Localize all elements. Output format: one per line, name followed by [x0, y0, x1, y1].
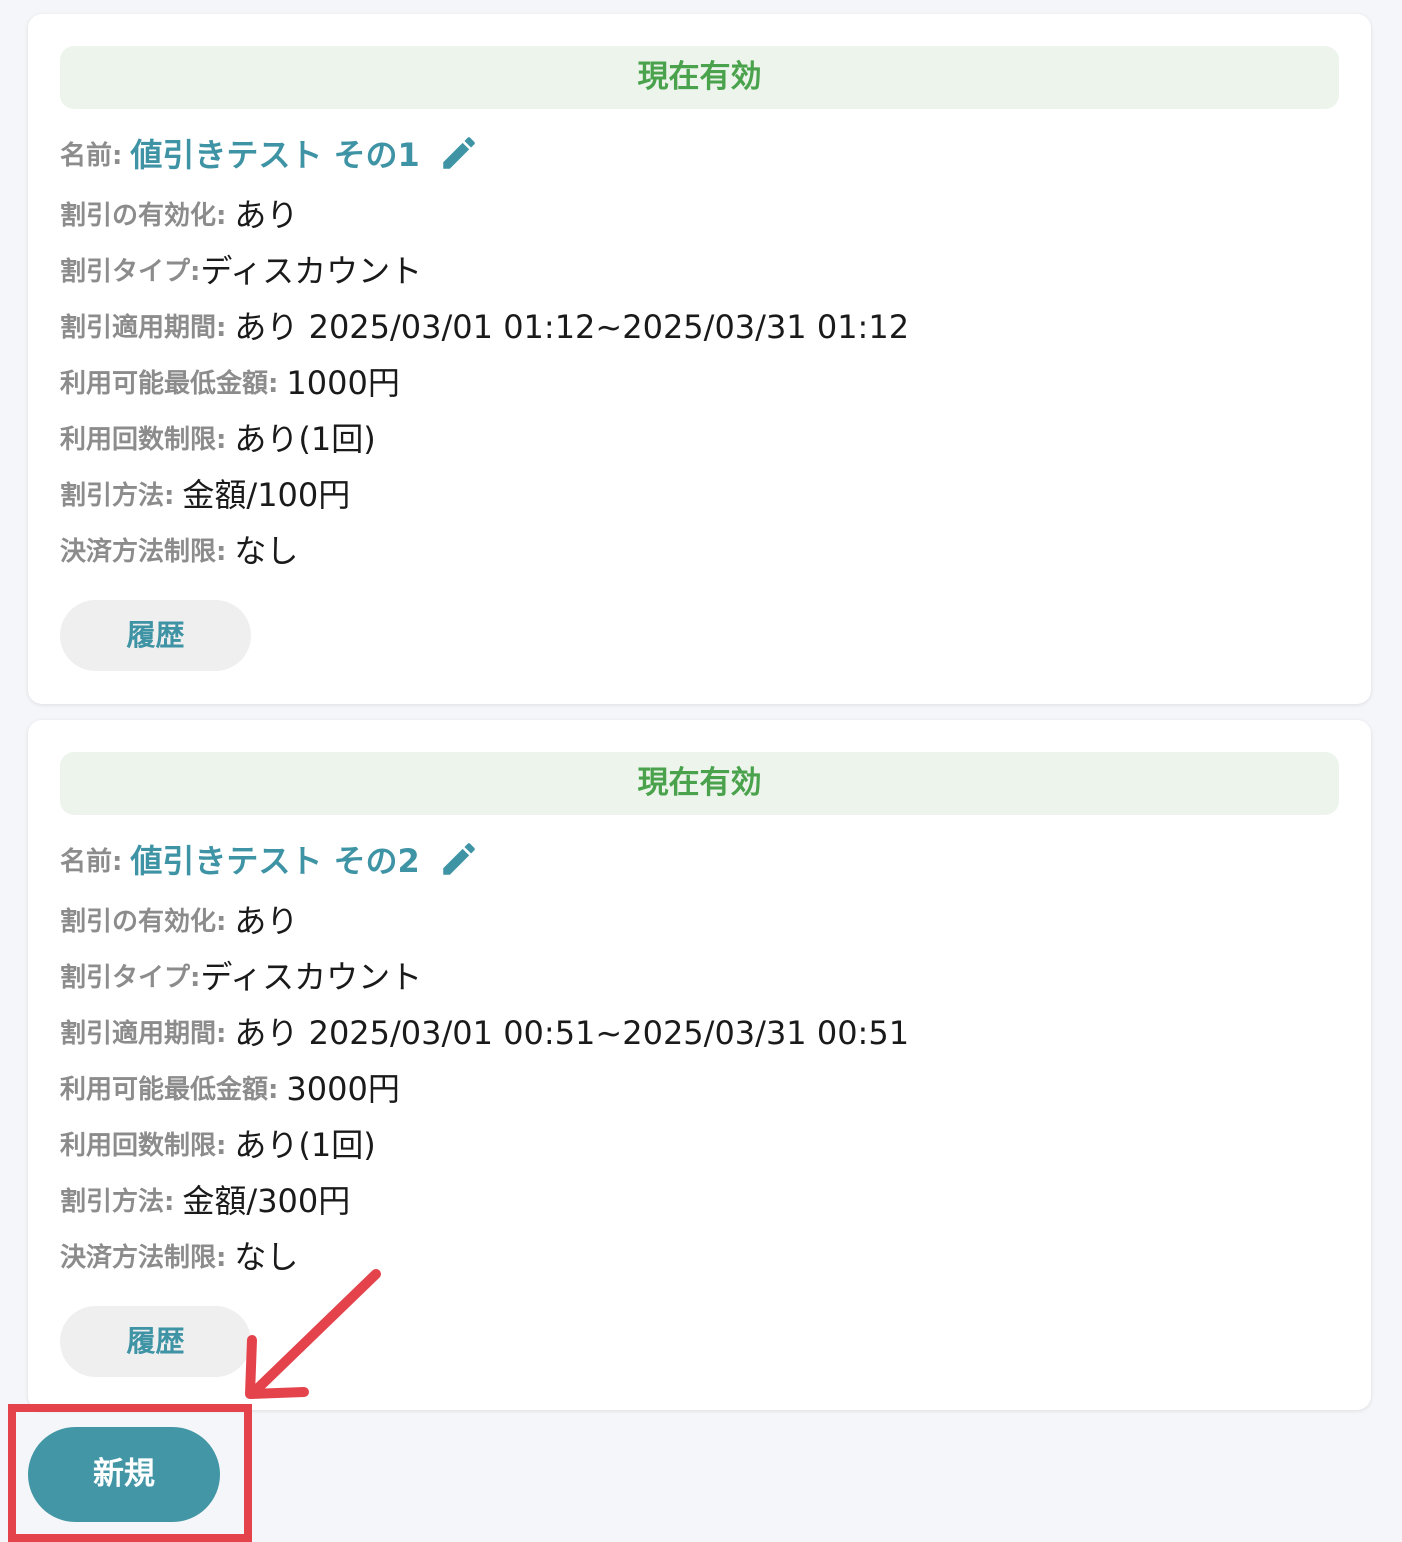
period-label: 割引適用期間:: [60, 1018, 227, 1049]
discount-name-row: 名前: 値引きテスト その2: [60, 834, 480, 884]
usage-limit-row: 利用回数制限: あり(1回): [60, 417, 376, 458]
period-row: 割引適用期間: あり 2025/03/01 01:12~2025/03/31 0…: [60, 305, 910, 346]
enabled-row: 割引の有効化: あり: [60, 193, 299, 234]
status-badge: 現在有効: [60, 46, 1339, 109]
discount-card: 現在有効 名前: 値引きテスト その2 割引の有効化: あり 割引タイプ: ディ…: [28, 720, 1371, 1410]
payment-restriction-row: 決済方法制限: なし: [60, 1235, 299, 1276]
usage-limit-value: あり(1回): [234, 1126, 376, 1164]
payment-restriction-row: 決済方法制限: なし: [60, 529, 299, 570]
discount-name: 値引きテスト その2: [130, 842, 420, 880]
usage-limit-row: 利用回数制限: あり(1回): [60, 1123, 376, 1164]
minimum-value: 1000円: [286, 364, 400, 402]
type-value: ディスカウント: [200, 252, 423, 290]
type-label: 割引タイプ:: [60, 256, 201, 287]
method-value: 金額/100円: [182, 476, 351, 514]
pencil-icon[interactable]: [438, 132, 480, 174]
method-row: 割引方法: 金額/300円: [60, 1179, 351, 1220]
payment-restriction-value: なし: [234, 532, 299, 570]
method-label: 割引方法:: [60, 480, 175, 511]
name-label: 名前:: [60, 846, 123, 877]
payment-restriction-label: 決済方法制限:: [60, 1242, 227, 1273]
type-value: ディスカウント: [200, 958, 423, 996]
minimum-value: 3000円: [286, 1070, 400, 1108]
minimum-label: 利用可能最低金額:: [60, 368, 279, 399]
minimum-row: 利用可能最低金額: 3000円: [60, 1067, 400, 1108]
type-label: 割引タイプ:: [60, 962, 201, 993]
minimum-row: 利用可能最低金額: 1000円: [60, 361, 400, 402]
pencil-icon[interactable]: [438, 838, 480, 880]
enabled-row: 割引の有効化: あり: [60, 899, 299, 940]
discount-name: 値引きテスト その1: [130, 136, 420, 174]
enabled-value: あり: [234, 196, 299, 234]
enabled-label: 割引の有効化:: [60, 200, 227, 231]
method-label: 割引方法:: [60, 1186, 175, 1217]
payment-restriction-value: なし: [234, 1238, 299, 1276]
enabled-value: あり: [234, 902, 299, 940]
payment-restriction-label: 決済方法制限:: [60, 536, 227, 567]
history-button[interactable]: 履歴: [60, 1306, 251, 1377]
period-label: 割引適用期間:: [60, 312, 227, 343]
discount-name-row: 名前: 値引きテスト その1: [60, 128, 480, 178]
status-badge: 現在有効: [60, 752, 1339, 815]
period-row: 割引適用期間: あり 2025/03/01 00:51~2025/03/31 0…: [60, 1011, 910, 1052]
method-row: 割引方法: 金額/100円: [60, 473, 351, 514]
usage-limit-label: 利用回数制限:: [60, 1130, 227, 1161]
history-button[interactable]: 履歴: [60, 600, 251, 671]
discount-card: 現在有効 名前: 値引きテスト その1 割引の有効化: あり 割引タイプ: ディ…: [28, 14, 1371, 704]
new-button[interactable]: 新規: [28, 1427, 220, 1522]
method-value: 金額/300円: [182, 1182, 351, 1220]
period-value: あり 2025/03/01 01:12~2025/03/31 01:12: [234, 308, 910, 346]
minimum-label: 利用可能最低金額:: [60, 1074, 279, 1105]
type-row: 割引タイプ: ディスカウント: [60, 249, 423, 290]
type-row: 割引タイプ: ディスカウント: [60, 955, 423, 996]
enabled-label: 割引の有効化:: [60, 906, 227, 937]
usage-limit-value: あり(1回): [234, 420, 376, 458]
period-value: あり 2025/03/01 00:51~2025/03/31 00:51: [234, 1014, 910, 1052]
usage-limit-label: 利用回数制限:: [60, 424, 227, 455]
name-label: 名前:: [60, 140, 123, 171]
